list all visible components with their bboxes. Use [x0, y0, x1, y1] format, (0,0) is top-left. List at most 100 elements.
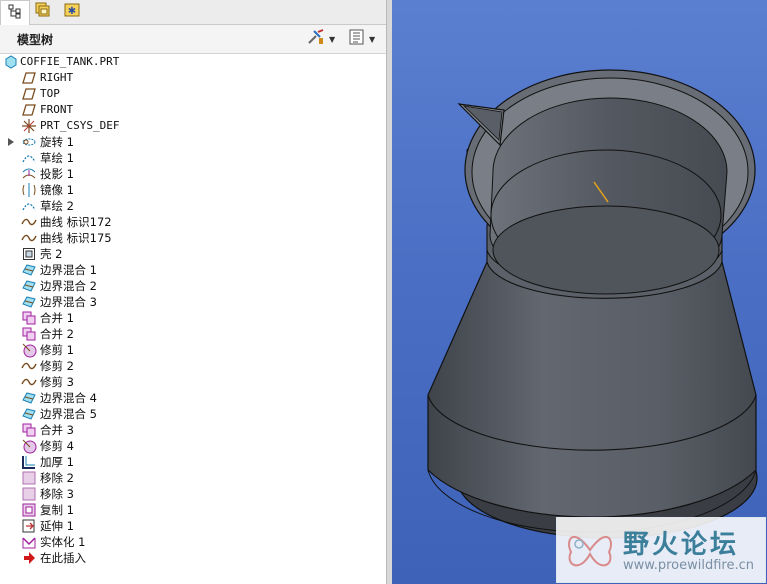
tree-item-label: 壳 2 [40, 247, 63, 261]
tree-item-label: 移除 2 [40, 471, 74, 485]
revolve-icon [21, 134, 37, 150]
tree-item[interactable]: 旋转 1 [0, 134, 386, 150]
tree-item-label: 旋转 1 [40, 135, 74, 149]
panel-title: 模型树 [17, 33, 54, 47]
expand-arrow-icon[interactable] [7, 134, 15, 150]
tree-item-label: 边界混合 2 [40, 279, 97, 293]
tree-item[interactable]: 修剪 4 [0, 438, 386, 454]
remove-icon [21, 486, 37, 502]
tree-item[interactable]: TOP [0, 86, 386, 102]
sketch-icon [21, 150, 37, 166]
tree-item-label: 边界混合 4 [40, 391, 97, 405]
curve-icon [21, 230, 37, 246]
chevron-down-icon: ▼ [329, 34, 336, 44]
show-columns-button[interactable]: ▼ [348, 29, 375, 49]
tree-item-label: 边界混合 3 [40, 295, 97, 309]
tree-item[interactable]: 边界混合 2 [0, 278, 386, 294]
csys-icon [21, 118, 37, 134]
tree-item[interactable]: 在此插入 [0, 550, 386, 566]
model-tree-panel: ✱ 模型树 ▼ ▼ COFFIE_TANK.PRT RIGHT TOP FRONT PR… [0, 0, 388, 584]
project-icon [21, 166, 37, 182]
tree-item[interactable]: 边界混合 3 [0, 294, 386, 310]
graphics-viewport[interactable] [392, 0, 767, 584]
tree-item[interactable]: 合并 2 [0, 326, 386, 342]
tree-item-label: PRT_CSYS_DEF [40, 119, 120, 132]
coffee-tank-model [427, 69, 758, 539]
tree-item-label: 曲线 标识172 [40, 215, 112, 229]
tree-columns-icon [348, 28, 366, 50]
boundary-blend-icon [21, 390, 37, 406]
trim-surface-icon [21, 438, 37, 454]
tree-item[interactable]: 实体化 1 [0, 534, 386, 550]
remove-icon [21, 470, 37, 486]
tree-item-label: 投影 1 [40, 167, 74, 181]
tree-item-label: 修剪 4 [40, 439, 74, 453]
tree-item-label: 草绘 2 [40, 199, 74, 213]
trim-curve-icon [21, 358, 37, 374]
mirror-icon [21, 182, 37, 198]
folder-browser-icon [34, 1, 52, 23]
insert-here-arrow-icon [21, 550, 37, 566]
tree-item-label: 在此插入 [40, 551, 86, 565]
watermark-title: 野火论坛 [623, 530, 740, 560]
favorites-tab[interactable]: ✱ [58, 0, 86, 24]
tree-item[interactable]: 曲线 标识172 [0, 214, 386, 230]
chevron-down-icon: ▼ [369, 34, 376, 44]
curve-icon [21, 214, 37, 230]
tree-item[interactable]: 修剪 3 [0, 374, 386, 390]
tree-item[interactable]: 加厚 1 [0, 454, 386, 470]
sketch-icon [21, 198, 37, 214]
tree-item-label: 修剪 1 [40, 343, 74, 357]
tree-item-label: 加厚 1 [40, 455, 74, 469]
model-tree-header: 模型树 ▼ ▼ [0, 25, 388, 54]
folder-browser-tab[interactable] [29, 0, 57, 24]
datum-plane-icon [21, 86, 37, 102]
tree-item[interactable]: RIGHT [0, 70, 386, 86]
butterfly-logo-icon [563, 524, 617, 580]
part-icon [3, 54, 19, 70]
svg-text:✱: ✱ [68, 6, 76, 17]
tree-root-item[interactable]: COFFIE_TANK.PRT [0, 54, 386, 70]
tree-item-label: 实体化 1 [40, 535, 86, 549]
tree-item[interactable]: 曲线 标识175 [0, 230, 386, 246]
tree-item[interactable]: 修剪 1 [0, 342, 386, 358]
boundary-blend-icon [21, 262, 37, 278]
tree-item[interactable]: 边界混合 5 [0, 406, 386, 422]
tree-item-label: FRONT [40, 103, 74, 116]
tree-item[interactable]: PRT_CSYS_DEF [0, 118, 386, 134]
navigator-tab-bar: ✱ [0, 0, 388, 25]
tree-item-label: 延伸 1 [40, 519, 74, 533]
tree-item-label: 边界混合 1 [40, 263, 97, 277]
tree-item[interactable]: 延伸 1 [0, 518, 386, 534]
tree-item[interactable]: 边界混合 1 [0, 262, 386, 278]
merge-icon [21, 326, 37, 342]
tree-item[interactable]: FRONT [0, 102, 386, 118]
tree-item[interactable]: 移除 3 [0, 486, 386, 502]
boundary-blend-icon [21, 406, 37, 422]
model-tree-tab[interactable] [0, 0, 30, 25]
boundary-blend-icon [21, 278, 37, 294]
tree-item[interactable]: 修剪 2 [0, 358, 386, 374]
tree-item-label: TOP [40, 87, 60, 100]
tree-item-label: 修剪 2 [40, 359, 74, 373]
tree-item-label: 曲线 标识175 [40, 231, 112, 245]
tree-item[interactable]: 合并 1 [0, 310, 386, 326]
tree-item[interactable]: 壳 2 [0, 246, 386, 262]
datum-plane-icon [21, 70, 37, 86]
tree-item-label: 草绘 1 [40, 151, 74, 165]
tree-item[interactable]: 移除 2 [0, 470, 386, 486]
datum-plane-icon [21, 102, 37, 118]
tree-item[interactable]: 合并 3 [0, 422, 386, 438]
tree-item[interactable]: 边界混合 4 [0, 390, 386, 406]
tree-item-label: 合并 1 [40, 311, 74, 325]
settings-button[interactable]: ▼ [306, 29, 335, 49]
extend-icon [21, 518, 37, 534]
tree-item[interactable]: 复制 1 [0, 502, 386, 518]
tree-item[interactable]: 投影 1 [0, 166, 386, 182]
tree-item[interactable]: 草绘 1 [0, 150, 386, 166]
trim-surface-icon [21, 342, 37, 358]
tree-item-label: RIGHT [40, 71, 74, 84]
tree-item[interactable]: 镜像 1 [0, 182, 386, 198]
tree-item-label: 复制 1 [40, 503, 74, 517]
tree-item[interactable]: 草绘 2 [0, 198, 386, 214]
